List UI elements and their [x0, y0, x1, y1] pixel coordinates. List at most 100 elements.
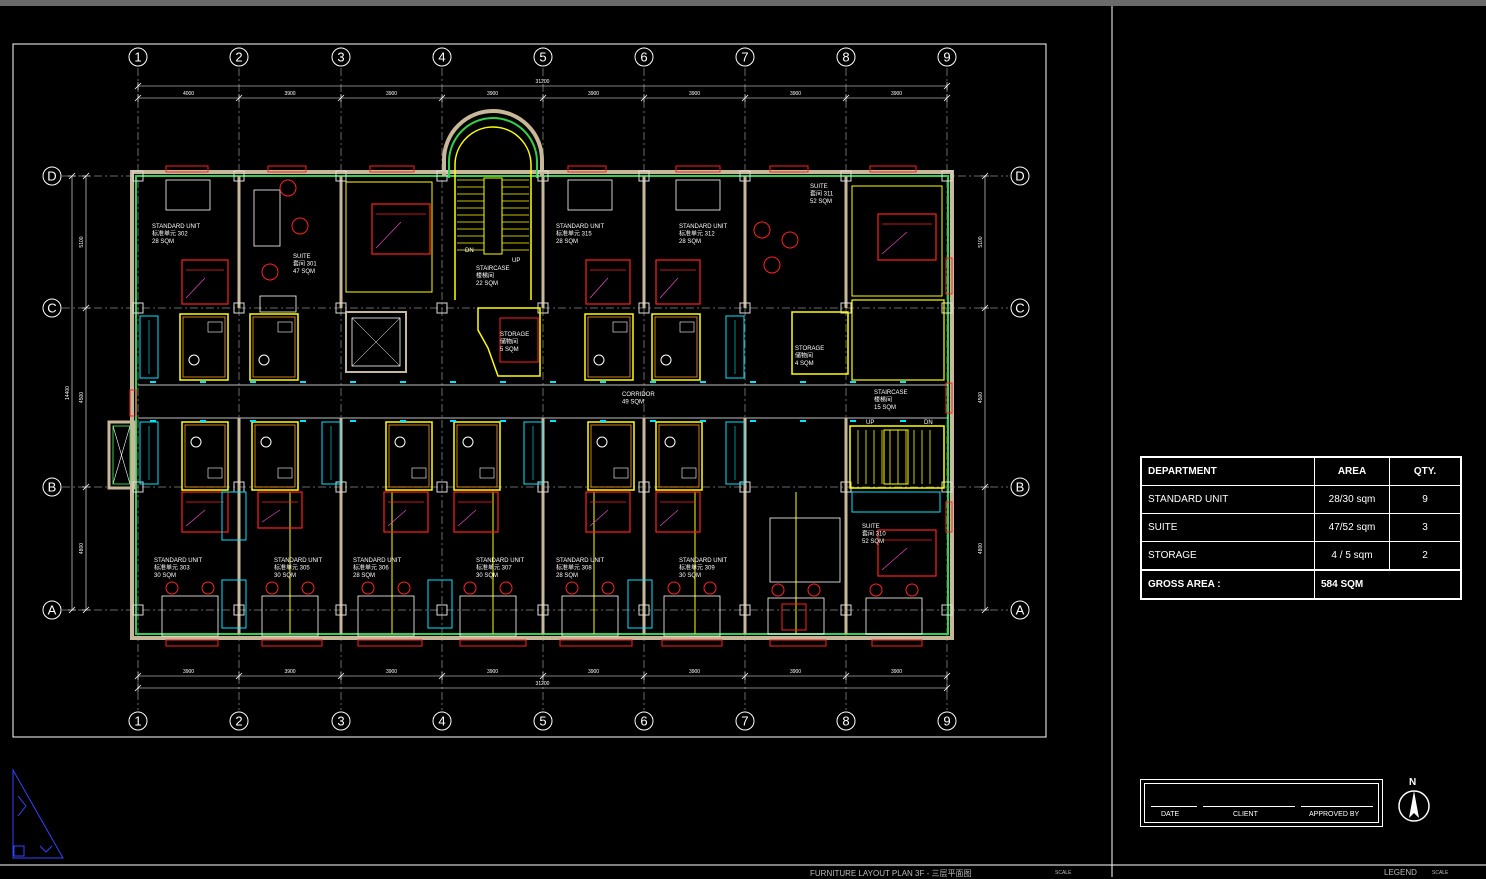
- bed: [585, 259, 631, 305]
- armchair: [261, 263, 279, 281]
- approved-label: APPROVED BY: [1309, 811, 1360, 818]
- legend-header-area: AREA: [1314, 456, 1390, 486]
- client-line: [1203, 806, 1295, 807]
- legend-area: 4 / 5 sqm: [1314, 541, 1390, 571]
- room-label: 套间 310: [862, 530, 886, 538]
- dim-label: 31200: [536, 681, 550, 687]
- legend-qty: 9: [1389, 485, 1462, 514]
- dim-label: 3900: [689, 91, 700, 97]
- legend-qty: 3: [1389, 513, 1462, 542]
- dim-label: 3900: [891, 91, 902, 97]
- bathroom-pod: [584, 313, 634, 381]
- grid-bubble-label: 3: [337, 50, 344, 65]
- chair: [265, 581, 279, 595]
- room-label: 30 SQM: [154, 573, 176, 579]
- dim-label: 3900: [689, 669, 700, 675]
- legend-row: STORAGE 4 / 5 sqm 2: [1140, 541, 1462, 571]
- bed-cover: [375, 221, 402, 249]
- basin: [207, 321, 223, 333]
- bed-cover: [881, 231, 908, 255]
- dim-label: 3900: [284, 669, 295, 675]
- grid-bubble-label: 7: [741, 50, 748, 65]
- room-label: STAIRCASE: [874, 390, 908, 396]
- basin: [207, 467, 223, 479]
- chair: [361, 581, 375, 595]
- bed-cover: [659, 277, 679, 299]
- window-bottom: [261, 639, 323, 647]
- toilet: [188, 354, 200, 366]
- service-shaft: [427, 579, 453, 629]
- bed-cover: [457, 509, 477, 527]
- grid-bubble-label: 5: [539, 714, 546, 729]
- suite-bedroom: [345, 181, 433, 293]
- bed-cover: [881, 547, 908, 571]
- toilet: [596, 436, 608, 448]
- furniture: [253, 189, 281, 247]
- room-label: 标准单元 309: [679, 564, 715, 572]
- furniture: [865, 597, 923, 635]
- bed: [655, 491, 701, 533]
- armchair: [763, 256, 781, 274]
- bed-cover: [185, 277, 206, 299]
- basin: [479, 467, 495, 479]
- chair: [463, 581, 477, 595]
- chair: [165, 581, 179, 595]
- legend-total-row: GROSS AREA : 584 SQM: [1140, 569, 1462, 600]
- date-line: [1151, 806, 1197, 807]
- date-label: DATE: [1161, 811, 1180, 818]
- window-bottom: [459, 639, 527, 647]
- furniture: [561, 595, 619, 637]
- basin: [613, 467, 629, 479]
- room-label: 套间 301: [293, 260, 317, 268]
- furniture: [675, 179, 721, 211]
- bed-cover: [185, 509, 206, 527]
- room-label: 49 SQM: [622, 400, 644, 406]
- drawing-title: FURNITURE LAYOUT PLAN 3F - 三层平面图: [810, 869, 972, 878]
- room-label: STANDARD UNIT: [556, 224, 605, 230]
- grid-bubble-label: D: [47, 169, 56, 184]
- room-label: 52 SQM: [810, 199, 832, 205]
- legend-department: STANDARD UNIT: [1140, 485, 1315, 514]
- window-bottom: [871, 639, 923, 647]
- chair: [703, 581, 717, 595]
- basin: [612, 321, 628, 333]
- furniture: [459, 595, 517, 637]
- grid-bubble-label: 7: [741, 714, 748, 729]
- suite-wardrobe: [851, 491, 941, 513]
- basin: [681, 467, 697, 479]
- bed: [453, 491, 499, 533]
- cad-drawing-canvas[interactable]: 4000 3900 3900 3900 3900 3900 3900 3900 31200 390…: [0, 0, 1486, 877]
- room-label: 28 SQM: [152, 239, 174, 245]
- dim-label: 3900: [284, 91, 295, 97]
- grid-bubble-label: D: [1015, 169, 1024, 184]
- gross-area-label: GROSS AREA :: [1140, 569, 1315, 600]
- bed-cover: [659, 509, 679, 527]
- bathroom-pod-inner: [587, 316, 631, 378]
- room-label: 30 SQM: [679, 573, 701, 579]
- room-label: 标准单元 312: [679, 230, 715, 238]
- bathroom-pod: [453, 421, 501, 491]
- toilet: [190, 436, 202, 448]
- room-label: 标准单元 303: [154, 564, 190, 572]
- bathroom-pod: [249, 313, 299, 381]
- grid-bubble-label: 9: [943, 714, 950, 729]
- grid-bubble-label: 6: [640, 50, 647, 65]
- stair-well: [883, 429, 909, 485]
- room-label: 标准单元 315: [556, 230, 592, 238]
- room-label: 标准单元 307: [476, 564, 512, 572]
- scale-label: SCALE: [1055, 870, 1072, 876]
- grid-bubble-label: 9: [943, 50, 950, 65]
- room-label: SUITE: [810, 184, 828, 190]
- grid-bubble-label: 8: [842, 50, 849, 65]
- chair: [397, 581, 411, 595]
- room-label: 楼梯间: [476, 272, 494, 280]
- service-shaft: [221, 579, 247, 629]
- bathroom-pod-inner: [654, 316, 698, 378]
- chair: [565, 581, 579, 595]
- bathroom-pod: [181, 421, 229, 491]
- room-label: STAIRCASE: [476, 266, 510, 272]
- grid-bubble-label: A: [48, 603, 57, 618]
- legend-row: SUITE 47/52 sqm 3: [1140, 513, 1462, 542]
- furniture: [663, 595, 721, 637]
- chair: [771, 583, 785, 597]
